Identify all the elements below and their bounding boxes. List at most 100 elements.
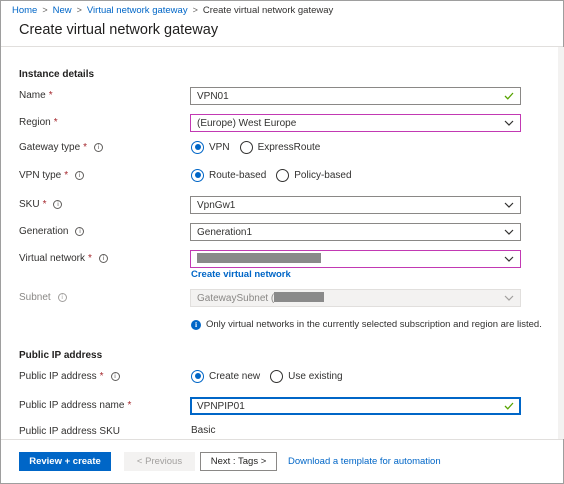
info-icon: i bbox=[57, 292, 67, 302]
gateway-type-label-text: Gateway type bbox=[19, 141, 81, 153]
subnet-label-text: Subnet bbox=[19, 291, 51, 303]
required-marker: * bbox=[127, 399, 132, 411]
public-ip-name-input[interactable]: VPNPIP01 bbox=[190, 397, 521, 415]
gateway-type-radio-group: VPN ExpressRoute bbox=[191, 139, 330, 155]
chevron-down-icon bbox=[504, 293, 514, 303]
window-frame: Home > New > Virtual network gateway > C… bbox=[0, 0, 564, 484]
required-marker: * bbox=[42, 198, 47, 210]
check-icon bbox=[504, 401, 514, 411]
name-label-text: Name bbox=[19, 89, 46, 101]
public-ip-create-new-label: Create new bbox=[209, 370, 261, 382]
region-label: Region * bbox=[19, 114, 58, 130]
info-icon[interactable]: i bbox=[75, 226, 85, 236]
review-create-button[interactable]: Review + create bbox=[19, 452, 111, 471]
generation-dropdown-value: Generation1 bbox=[197, 226, 253, 238]
public-ip-address-label-text: Public IP address bbox=[19, 370, 97, 382]
name-input[interactable]: VPN01 bbox=[190, 87, 521, 105]
scrollbar[interactable] bbox=[558, 47, 564, 439]
gateway-type-expressroute-radio[interactable]: ExpressRoute bbox=[239, 140, 321, 154]
info-note: i Only virtual networks in the currently… bbox=[191, 319, 542, 330]
info-icon[interactable]: i bbox=[53, 199, 63, 209]
breadcrumb-separator-icon: > bbox=[42, 5, 48, 15]
instance-details-heading: Instance details bbox=[19, 69, 95, 80]
subnet-value-text: GatewaySubnet ( bbox=[197, 293, 275, 304]
required-marker: * bbox=[48, 89, 53, 101]
breadcrumb-separator-icon: > bbox=[192, 5, 198, 15]
vpn-type-policy-based-label: Policy-based bbox=[294, 169, 352, 181]
public-ip-use-existing-label: Use existing bbox=[288, 370, 343, 382]
breadcrumb-new[interactable]: New bbox=[53, 5, 72, 16]
public-ip-heading: Public IP address bbox=[19, 350, 103, 361]
subnet-dropdown: GatewaySubnet ( bbox=[190, 289, 521, 307]
region-dropdown[interactable]: (Europe) West Europe bbox=[190, 114, 521, 132]
sku-label-text: SKU bbox=[19, 198, 40, 210]
vpn-type-label: VPN type * i bbox=[19, 167, 85, 183]
public-ip-create-new-radio[interactable]: Create new bbox=[191, 369, 261, 383]
required-marker: * bbox=[53, 116, 58, 128]
vpn-type-route-based-radio[interactable]: Route-based bbox=[191, 168, 267, 182]
public-ip-use-existing-radio[interactable]: Use existing bbox=[270, 369, 343, 383]
generation-label: Generation i bbox=[19, 223, 85, 239]
breadcrumb-virtual-network-gateway[interactable]: Virtual network gateway bbox=[87, 5, 188, 16]
virtual-network-label-text: Virtual network bbox=[19, 252, 85, 264]
info-filled-icon: i bbox=[191, 319, 201, 330]
public-ip-sku-label: Public IP address SKU bbox=[19, 423, 120, 439]
virtual-network-dropdown-value bbox=[197, 252, 504, 266]
radio-unselected-icon bbox=[276, 168, 290, 182]
virtual-network-dropdown[interactable] bbox=[190, 250, 521, 268]
generation-label-text: Generation bbox=[19, 225, 69, 237]
check-icon bbox=[504, 91, 514, 101]
radio-selected-icon bbox=[191, 168, 204, 182]
required-marker: * bbox=[83, 141, 88, 153]
sku-dropdown-value: VpnGw1 bbox=[197, 199, 236, 211]
public-ip-address-label: Public IP address * i bbox=[19, 368, 120, 384]
breadcrumb-home[interactable]: Home bbox=[12, 5, 37, 16]
required-marker: * bbox=[99, 370, 104, 382]
vpn-type-route-based-label: Route-based bbox=[209, 169, 267, 181]
required-marker: * bbox=[87, 252, 92, 264]
gateway-type-label: Gateway type * i bbox=[19, 139, 104, 155]
breadcrumb-separator-icon: > bbox=[76, 5, 82, 15]
form-scroll-area: Instance details Name * VPN01 Region * (Eu… bbox=[1, 47, 558, 439]
redacted-block bbox=[197, 252, 321, 263]
public-ip-name-label-text: Public IP address name bbox=[19, 399, 125, 411]
public-ip-name-label: Public IP address name * bbox=[19, 397, 131, 413]
radio-unselected-icon bbox=[239, 140, 253, 154]
info-icon[interactable]: i bbox=[110, 371, 120, 381]
radio-selected-icon bbox=[191, 369, 204, 383]
breadcrumb-current: Create virtual network gateway bbox=[202, 4, 334, 16]
required-marker: * bbox=[64, 169, 69, 181]
vpn-type-radio-group: Route-based Policy-based bbox=[191, 167, 362, 183]
footer-divider bbox=[1, 439, 563, 440]
sku-dropdown[interactable]: VpnGw1 bbox=[190, 196, 521, 214]
info-icon[interactable]: i bbox=[98, 253, 108, 263]
create-virtual-network-link[interactable]: Create virtual network bbox=[191, 269, 291, 280]
virtual-network-label: Virtual network * i bbox=[19, 250, 108, 266]
gateway-type-expressroute-label: ExpressRoute bbox=[257, 141, 321, 153]
page-title: Create virtual network gateway bbox=[19, 22, 219, 38]
region-dropdown-value: (Europe) West Europe bbox=[197, 117, 297, 129]
radio-selected-icon bbox=[191, 140, 204, 154]
gateway-type-vpn-radio[interactable]: VPN bbox=[191, 140, 230, 154]
previous-button: < Previous bbox=[124, 452, 195, 471]
subnet-label: Subnet i bbox=[19, 289, 67, 305]
info-note-text: Only virtual networks in the currently s… bbox=[206, 319, 542, 330]
chevron-down-icon bbox=[504, 200, 514, 210]
vpn-type-policy-based-radio[interactable]: Policy-based bbox=[276, 168, 352, 182]
download-template-link[interactable]: Download a template for automation bbox=[288, 456, 441, 467]
vpn-type-label-text: VPN type bbox=[19, 169, 62, 181]
radio-unselected-icon bbox=[270, 369, 284, 383]
redacted-block bbox=[274, 292, 325, 302]
subnet-dropdown-value: GatewaySubnet ( bbox=[197, 292, 504, 304]
name-label: Name * bbox=[19, 87, 53, 103]
gateway-type-vpn-label: VPN bbox=[209, 141, 230, 153]
generation-dropdown[interactable]: Generation1 bbox=[190, 223, 521, 241]
public-ip-name-input-value: VPNPIP01 bbox=[197, 400, 245, 412]
region-label-text: Region bbox=[19, 116, 51, 128]
sku-label: SKU * i bbox=[19, 196, 63, 212]
info-icon[interactable]: i bbox=[94, 142, 104, 152]
next-tags-button[interactable]: Next : Tags > bbox=[200, 452, 277, 471]
info-icon[interactable]: i bbox=[75, 170, 85, 180]
breadcrumb: Home > New > Virtual network gateway > C… bbox=[12, 4, 333, 16]
chevron-down-icon bbox=[504, 118, 514, 128]
